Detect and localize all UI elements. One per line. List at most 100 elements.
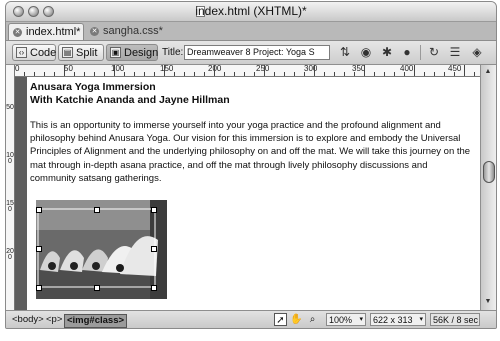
title-bar[interactable]: index.html (XHTML)*: [6, 2, 496, 22]
ruler-tick: [424, 72, 425, 76]
code-view-label: Code: [30, 47, 57, 59]
ruler-tick: [114, 65, 115, 76]
design-icon: ▣: [110, 47, 121, 58]
window-size-select[interactable]: 622 x 313 ▾: [370, 313, 426, 326]
resize-handle[interactable]: [36, 207, 42, 213]
design-view-canvas[interactable]: Anusara Yoga Immersion With Katchie Anan…: [15, 77, 480, 310]
horizontal-ruler: 0 50 100 150 200 250 300 350 400 450: [14, 65, 480, 77]
ruler-tick: [344, 72, 345, 76]
vertical-scrollbar[interactable]: ▲ ▼: [480, 65, 496, 310]
tag-p[interactable]: <p>: [46, 314, 62, 326]
tag-body[interactable]: <body>: [12, 314, 44, 326]
body-paragraph[interactable]: This is an opportunity to immerse yourse…: [30, 119, 474, 185]
tab-sangha-css[interactable]: ✕ sangha.css*: [86, 23, 166, 40]
debug-icon[interactable]: ✱: [378, 45, 396, 60]
resize-handle[interactable]: [94, 285, 100, 291]
ruler-tick: [94, 72, 95, 76]
tab-bar: ✕ index.html* ✕ sangha.css*: [6, 22, 496, 41]
resize-handle[interactable]: [36, 285, 42, 291]
close-icon[interactable]: ✕: [90, 27, 99, 36]
ruler-tick: [394, 72, 395, 76]
ruler-tick: [74, 72, 75, 76]
close-icon[interactable]: ✕: [13, 28, 22, 37]
ruler-tick: [434, 72, 435, 76]
tag-img-selected[interactable]: <img#class>: [64, 314, 128, 328]
hand-tool-icon[interactable]: ✋: [290, 313, 303, 326]
visual-aids-icon[interactable]: ◈: [468, 45, 486, 60]
download-size: 56K / 8 sec: [430, 313, 480, 326]
ruler-tick: [304, 72, 305, 76]
yoga-photo-graphic: [36, 200, 167, 299]
ruler-tick: [224, 72, 225, 76]
ruler-tick: [334, 72, 335, 76]
ruler-tick: [84, 72, 85, 76]
zoom-select[interactable]: 100% ▾: [326, 313, 366, 326]
vertical-ruler: 50 100 150 200: [6, 65, 15, 310]
design-view-button[interactable]: ▣ Design: [106, 44, 158, 61]
ruler-tick: [354, 72, 355, 76]
document-toolbar: ‹› Code ▤ Split ▣ Design Title: Dreamwea…: [6, 41, 496, 65]
window-size-value: 622 x 313: [373, 315, 413, 325]
ruler-tick: [104, 72, 105, 76]
ruler-tick: [64, 65, 65, 76]
ruler-tick: [134, 72, 135, 76]
ruler-tick: [444, 72, 445, 76]
ruler-tick: [254, 72, 255, 76]
validate-icon[interactable]: ●: [398, 45, 416, 60]
ruler-tick: [234, 72, 235, 76]
ruler-mark: 400: [400, 65, 414, 73]
ruler-mark: 150: [6, 200, 14, 213]
resize-handle[interactable]: [151, 285, 157, 291]
scroll-thumb[interactable]: [483, 161, 495, 183]
ruler-tick: [244, 72, 245, 76]
ruler-tick: [414, 65, 415, 76]
ruler-tick: [44, 72, 45, 76]
yoga-photo[interactable]: [36, 200, 167, 299]
toolbar-divider: [420, 45, 421, 60]
ruler-tick: [154, 72, 155, 76]
ruler-tick: [144, 72, 145, 76]
ruler-tick: [34, 72, 35, 76]
resize-handle[interactable]: [151, 207, 157, 213]
tab-label: sangha.css*: [103, 25, 163, 37]
code-view-button[interactable]: ‹› Code: [12, 44, 56, 61]
resize-handle[interactable]: [36, 246, 42, 252]
ruler-mark: 100: [111, 65, 125, 73]
scroll-down-arrow-icon[interactable]: ▼: [483, 297, 493, 307]
page-subheading[interactable]: With Katchie Ananda and Jayne Hillman: [30, 94, 230, 106]
ruler-tick: [54, 72, 55, 76]
ruler-tick: [264, 65, 265, 76]
refresh-icon[interactable]: ↻: [425, 45, 443, 60]
tab-label: index.html*: [26, 26, 81, 38]
view-options-icon[interactable]: ☰: [446, 45, 464, 60]
ruler-tick: [164, 65, 165, 76]
tab-index-html[interactable]: ✕ index.html*: [8, 23, 84, 40]
ruler-tick: [184, 72, 185, 76]
title-label: Title:: [162, 47, 184, 58]
ruler-tick: [464, 65, 465, 76]
select-tool-icon[interactable]: ➚: [274, 313, 287, 326]
ruler-mark: 50: [6, 104, 14, 111]
code-icon: ‹›: [16, 47, 27, 58]
page-title-input[interactable]: Dreamweaver 8 Project: Yoga S: [184, 45, 330, 60]
ruler-tick: [364, 65, 365, 76]
page-margin-strip: [15, 77, 27, 310]
ruler-tick: [404, 72, 405, 76]
page-heading[interactable]: Anusara Yoga Immersion: [30, 81, 156, 93]
split-view-label: Split: [76, 47, 98, 59]
ruler-tick: [324, 72, 325, 76]
ruler-tick: [124, 72, 125, 76]
scroll-up-arrow-icon[interactable]: ▲: [483, 67, 493, 77]
file-management-icon[interactable]: ⇅: [336, 45, 354, 60]
split-view-button[interactable]: ▤ Split: [58, 44, 104, 61]
ruler-tick: [204, 72, 205, 76]
ruler-mark: 250: [256, 65, 270, 73]
resize-handle[interactable]: [94, 207, 100, 213]
ruler-mark: 150: [160, 65, 174, 73]
preview-icon[interactable]: ◉: [357, 45, 375, 60]
ruler-tick: [374, 72, 375, 76]
zoom-tool-icon[interactable]: ⌕: [306, 313, 319, 326]
resize-handle[interactable]: [151, 246, 157, 252]
split-icon: ▤: [62, 47, 73, 58]
design-view-label: Design: [124, 47, 159, 59]
